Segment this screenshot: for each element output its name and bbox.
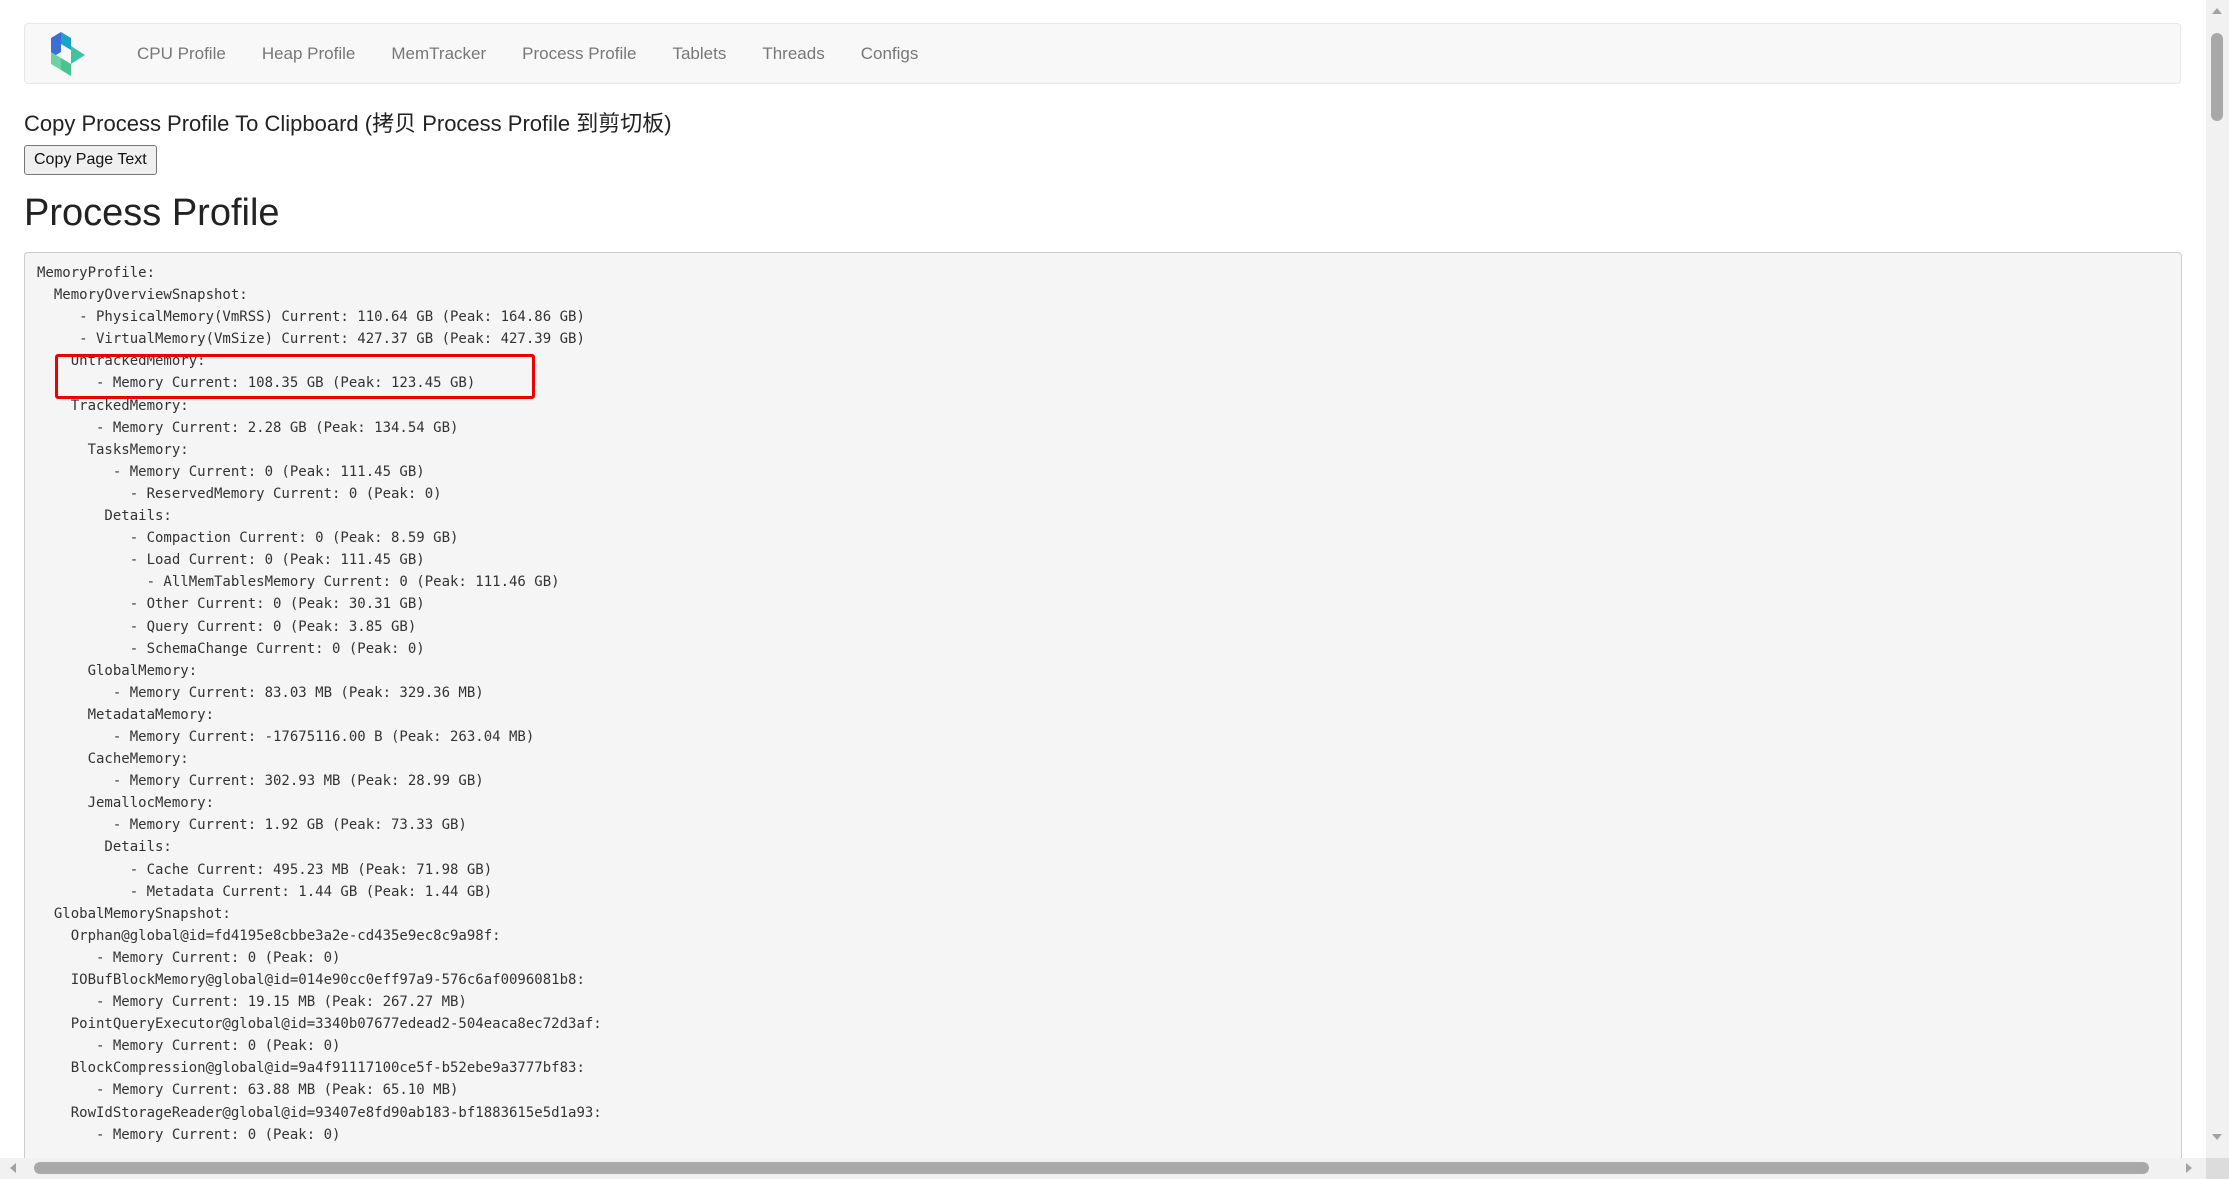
profile-line: - Memory Current: 0 (Peak: 0) [37,949,341,966]
profile-line: - Memory Current: 108.35 GB (Peak: 123.4… [37,375,476,392]
profile-text-box[interactable]: MemoryProfile: MemoryOverviewSnapshot: -… [24,252,2182,1158]
page: CPU Profile Heap Profile MemTracker Proc… [0,0,2206,1158]
copy-page-text-button[interactable]: Copy Page Text [24,145,157,175]
profile-line: - ReservedMemory Current: 0 (Peak: 0) [37,485,442,502]
scroll-left-arrow-icon[interactable] [10,1163,16,1173]
profile-line: CacheMemory: [37,751,189,768]
profile-line: TasksMemory: [37,441,189,458]
profile-line: - Memory Current: 0 (Peak: 0) [37,1038,341,1055]
vertical-scrollbar[interactable] [2206,0,2229,1158]
profile-line: - Other Current: 0 (Peak: 30.31 GB) [37,596,425,613]
nav-memtracker[interactable]: MemTracker [391,44,486,64]
profile-line: - SchemaChange Current: 0 (Peak: 0) [37,640,425,657]
profile-line: UntrackedMemory: [37,353,206,370]
vertical-scroll-thumb[interactable] [2211,33,2223,121]
profile-line: - VirtualMemory(VmSize) Current: 427.37 … [37,331,585,348]
profile-line: - PhysicalMemory(VmRSS) Current: 110.64 … [37,309,585,326]
profile-line: RowIdStorageReader@global@id=93407e8fd90… [37,1104,602,1121]
nav-process-profile[interactable]: Process Profile [522,44,636,64]
nav-configs[interactable]: Configs [861,44,919,64]
profile-line: - Memory Current: 19.15 MB (Peak: 267.27… [37,994,467,1011]
nav-heap-profile[interactable]: Heap Profile [262,44,356,64]
profile-line: PointQueryExecutor@global@id=3340b07677e… [37,1016,602,1033]
page-title: Process Profile [24,192,280,234]
profile-line: Details: [37,839,172,856]
profile-line: - Metadata Current: 1.44 GB (Peak: 1.44 … [37,883,493,900]
profile-line: MetadataMemory: [37,706,215,723]
profile-line: - Cache Current: 495.23 MB (Peak: 71.98 … [37,861,493,878]
top-navbar: CPU Profile Heap Profile MemTracker Proc… [24,23,2181,84]
profile-line: - Memory Current: -17675116.00 B (Peak: … [37,728,535,745]
profile-line: - Memory Current: 2.28 GB (Peak: 134.54 … [37,419,459,436]
scroll-down-arrow-icon[interactable] [2212,1134,2222,1140]
profile-line: - Memory Current: 0 (Peak: 111.45 GB) [37,463,425,480]
profile-line: Orphan@global@id=fd4195e8cbbe3a2e-cd435e… [37,927,501,944]
profile-line: JemallocMemory: [37,795,215,812]
profile-line: BlockCompression@global@id=9a4f91117100c… [37,1060,585,1077]
profile-line: Details: [37,508,172,525]
nav-tablets[interactable]: Tablets [672,44,726,64]
app-logo[interactable] [47,28,91,80]
horizontal-scroll-thumb[interactable] [34,1162,2149,1174]
profile-line: MemoryProfile: [37,265,156,281]
profile-text: MemoryProfile: MemoryOverviewSnapshot: -… [37,262,602,1146]
scroll-up-arrow-icon[interactable] [2212,8,2222,14]
profile-line: - Memory Current: 83.03 MB (Peak: 329.36… [37,684,484,701]
profile-line: MemoryOverviewSnapshot: [37,287,248,304]
nav-threads[interactable]: Threads [762,44,824,64]
profile-line: - AllMemTablesMemory Current: 0 (Peak: 1… [37,574,560,591]
profile-line: - Memory Current: 63.88 MB (Peak: 65.10 … [37,1082,459,1099]
scrollbar-corner [2206,1158,2229,1179]
profile-line: GlobalMemorySnapshot: [37,905,231,922]
profile-line: GlobalMemory: [37,662,198,679]
profile-line: - Memory Current: 0 (Peak: 0) [37,1126,341,1143]
horizontal-scrollbar[interactable] [0,1158,2206,1179]
copy-heading: Copy Process Profile To Clipboard (拷贝 Pr… [24,111,672,136]
profile-line: - Memory Current: 302.93 MB (Peak: 28.99… [37,773,484,790]
profile-line: - Query Current: 0 (Peak: 3.85 GB) [37,618,417,635]
scroll-right-arrow-icon[interactable] [2186,1163,2192,1173]
profile-line: - Memory Current: 1.92 GB (Peak: 73.33 G… [37,817,467,834]
profile-line: IOBufBlockMemory@global@id=014e90cc0eff9… [37,972,585,988]
profile-line: TrackedMemory: [37,397,189,414]
profile-line: - Compaction Current: 0 (Peak: 8.59 GB) [37,530,459,547]
profile-line: - Load Current: 0 (Peak: 111.45 GB) [37,552,425,569]
nav-cpu-profile[interactable]: CPU Profile [137,44,226,64]
